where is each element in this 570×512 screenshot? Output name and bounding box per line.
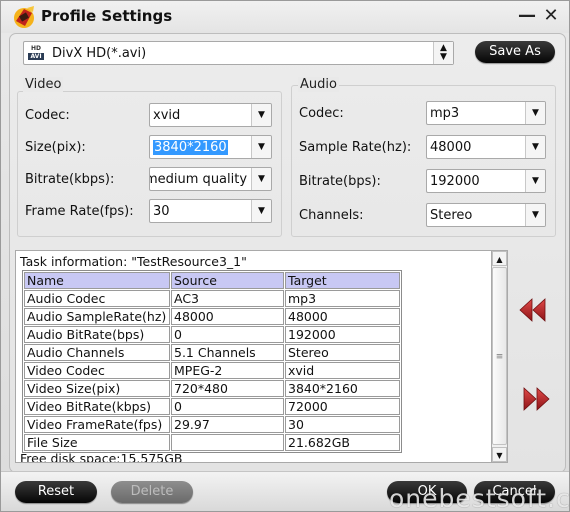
title-bar[interactable]: Profile Settings — ✕	[1, 1, 569, 33]
minimize-button[interactable]: —	[517, 6, 537, 26]
cell-source: 0	[171, 398, 284, 415]
cell-target: xvid	[285, 362, 400, 379]
cell-name: Video BitRate(kbps)	[24, 398, 170, 415]
cell-source: 29.97	[171, 416, 284, 433]
cell-source: 720*480	[171, 380, 284, 397]
reset-button[interactable]: Reset	[15, 481, 97, 503]
chevron-down-icon[interactable]: ▼	[251, 104, 271, 126]
cell-target: mp3	[285, 290, 400, 307]
cell-source: 0	[171, 326, 284, 343]
scroll-thumb[interactable]: ≡	[492, 267, 507, 445]
chevron-down-icon[interactable]: ▼	[525, 102, 545, 124]
task-info-table: Name Source Target Audio Codec AC3 mp3 Aud…	[22, 270, 402, 453]
audio-bitrate-dropdown[interactable]: 192000 ▼	[426, 169, 546, 193]
column-header-source: Source	[171, 272, 284, 289]
cell-name: Audio Channels	[24, 344, 170, 361]
cell-name: Audio BitRate(bps)	[24, 326, 170, 343]
cell-source: 48000	[171, 308, 284, 325]
scroll-down-icon[interactable]: ▼	[492, 447, 507, 462]
cell-name: Audio SampleRate(hz)	[24, 308, 170, 325]
cell-target: 3840*2160	[285, 380, 400, 397]
table-row: File Size 21.682GB	[24, 434, 400, 451]
video-bitrate-dropdown[interactable]: medium quality ▼	[149, 167, 272, 191]
app-logo-icon	[14, 6, 34, 28]
table-row: Audio BitRate(bps) 0 192000	[24, 326, 400, 343]
cell-name: Video FrameRate(fps)	[24, 416, 170, 433]
cell-target: Stereo	[285, 344, 400, 361]
chevron-down-icon[interactable]: ▼	[525, 170, 545, 192]
column-header-target: Target	[285, 272, 400, 289]
chevron-down-icon[interactable]: ▼	[251, 136, 271, 158]
table-row: Video FrameRate(fps) 29.97 30	[24, 416, 400, 433]
task-info-title: Task information: "TestResource3_1"	[20, 254, 247, 269]
delete-button[interactable]: Delete	[111, 481, 193, 503]
divx-hd-avi-file-icon: HD AVI	[28, 45, 44, 62]
cell-source: 5.1 Channels	[171, 344, 284, 361]
profile-settings-window: Profile Settings — ✕ HD AVI DivX HD(*.av…	[0, 0, 570, 512]
cancel-button[interactable]: Cancel	[474, 481, 555, 503]
cell-name: Video Size(pix)	[24, 380, 170, 397]
profile-select[interactable]: HD AVI DivX HD(*.avi) ▲ ▼	[23, 41, 454, 65]
table-row: Video Size(pix) 720*480 3840*2160	[24, 380, 400, 397]
cell-target: 192000	[285, 326, 400, 343]
chevron-down-icon[interactable]: ▼	[251, 200, 271, 222]
audio-samplerate-label: Sample Rate(hz):	[299, 140, 412, 155]
video-bitrate-label: Bitrate(kbps):	[25, 172, 115, 187]
rewind-double-left-icon[interactable]	[519, 298, 549, 322]
cell-target: 72000	[285, 398, 400, 415]
column-header-name: Name	[24, 272, 170, 289]
cell-target: 30	[285, 416, 400, 433]
profile-select-value: DivX HD(*.avi)	[52, 46, 147, 61]
table-row: Video Codec MPEG-2 xvid	[24, 362, 400, 379]
video-codec-label: Codec:	[25, 108, 70, 123]
task-info-panel: Task information: "TestResource3_1" Name…	[15, 250, 507, 463]
free-disk-space: Free disk space:15.575GB	[20, 451, 183, 463]
table-row: Audio SampleRate(hz) 48000 48000	[24, 308, 400, 325]
chevron-down-icon[interactable]: ▼	[525, 204, 545, 226]
video-codec-dropdown[interactable]: xvid ▼	[149, 103, 272, 127]
table-row: Audio Codec AC3 mp3	[24, 290, 400, 307]
cell-target: 48000	[285, 308, 400, 325]
audio-codec-label: Codec:	[299, 106, 344, 121]
chevron-down-icon[interactable]: ▼	[251, 168, 271, 190]
cell-source: MPEG-2	[171, 362, 284, 379]
window-title: Profile Settings	[41, 7, 173, 25]
video-size-dropdown[interactable]: 3840*2160 ▼	[149, 135, 272, 159]
cell-target: 21.682GB	[285, 434, 400, 451]
audio-channels-label: Channels:	[299, 208, 364, 223]
video-framerate-label: Frame Rate(fps):	[25, 204, 134, 219]
video-framerate-dropdown[interactable]: 30 ▼	[149, 199, 272, 223]
cell-name: File Size	[24, 434, 170, 451]
cell-source	[171, 434, 284, 451]
audio-samplerate-dropdown[interactable]: 48000 ▼	[426, 135, 546, 159]
cell-name: Video Codec	[24, 362, 170, 379]
audio-channels-dropdown[interactable]: Stereo ▼	[426, 203, 546, 227]
table-header-row: Name Source Target	[24, 272, 400, 289]
cell-name: Audio Codec	[24, 290, 170, 307]
save-as-button[interactable]: Save As	[475, 41, 555, 63]
cell-source: AC3	[171, 290, 284, 307]
profile-spin-icon[interactable]: ▲ ▼	[433, 42, 453, 64]
ok-button[interactable]: OK	[387, 481, 467, 503]
table-row: Audio Channels 5.1 Channels Stereo	[24, 344, 400, 361]
audio-group-label: Audio	[298, 77, 339, 92]
close-button[interactable]: ✕	[541, 6, 561, 26]
audio-bitrate-label: Bitrate(bps):	[299, 174, 381, 189]
fast-forward-double-right-icon[interactable]	[522, 387, 552, 411]
video-group-label: Video	[23, 77, 64, 92]
table-row: Video BitRate(kbps) 0 72000	[24, 398, 400, 415]
task-info-scrollbar[interactable]: ▲ ≡ ▼	[491, 250, 508, 463]
video-size-label: Size(pix):	[25, 140, 86, 155]
chevron-down-icon[interactable]: ▼	[525, 136, 545, 158]
audio-codec-dropdown[interactable]: mp3 ▼	[426, 101, 546, 125]
scroll-up-icon[interactable]: ▲	[492, 251, 507, 266]
